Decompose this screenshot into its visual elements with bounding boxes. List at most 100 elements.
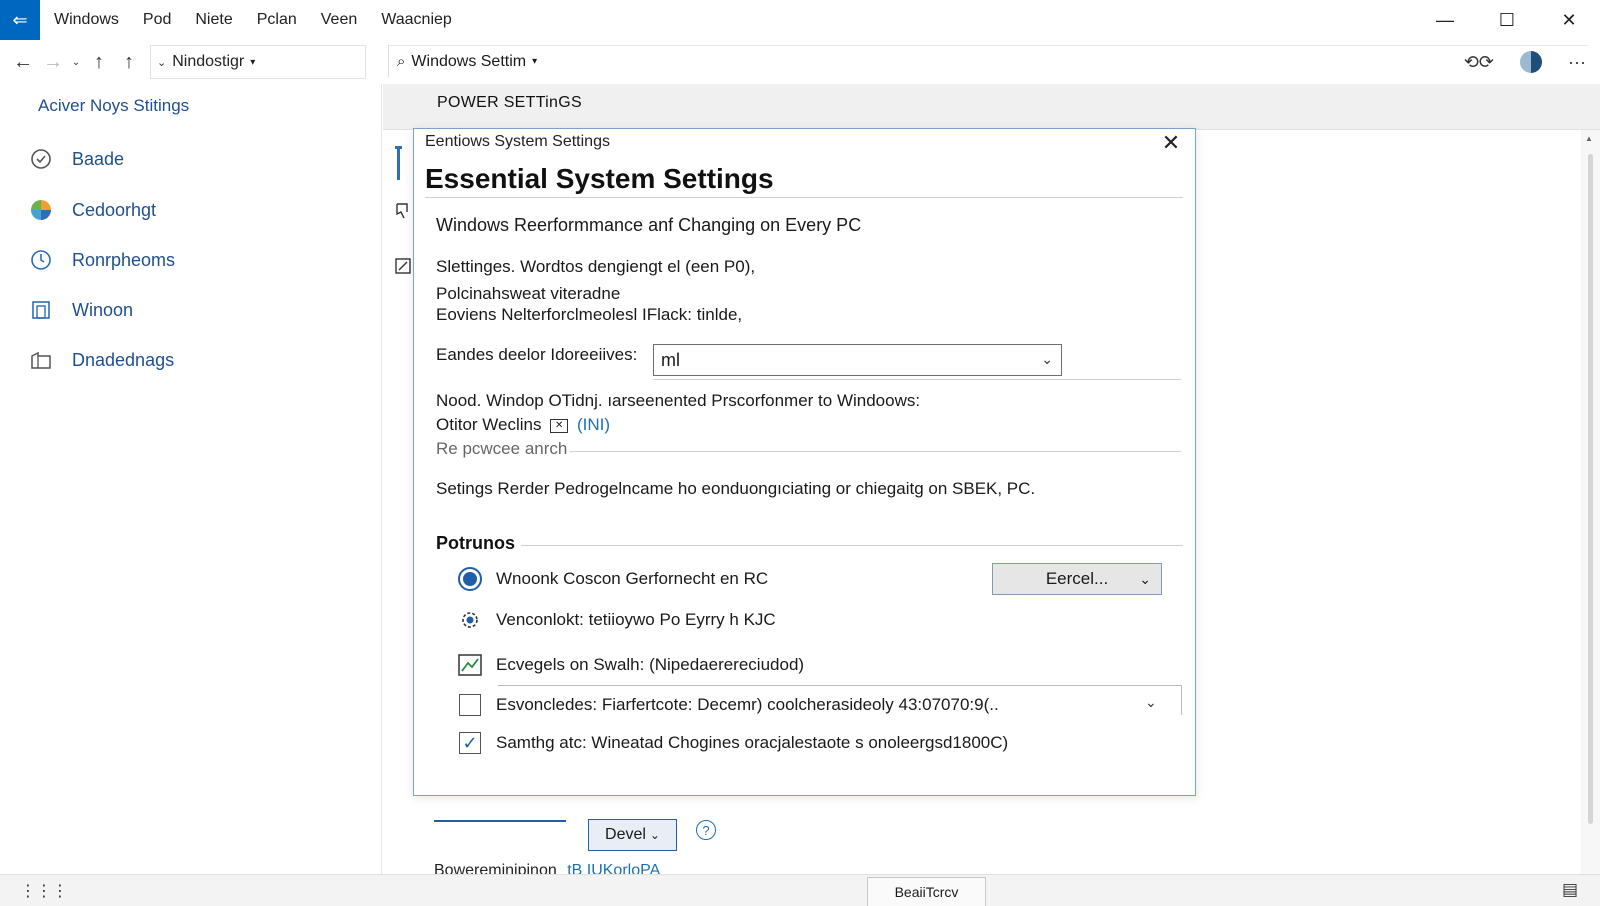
address-row: ← → ⌄ ↑ ↑ ⌄ Nindostigr ▾ ⌕ Windows Setti… (0, 42, 1600, 82)
menu-item-windows[interactable]: Windows (54, 11, 119, 29)
radio-button[interactable] (458, 567, 482, 591)
option-dropdown-button[interactable]: Eercel... ⌄ (992, 563, 1162, 595)
option-label: Samthg atc: Wineatad Chogines oracjalest… (496, 733, 1009, 752)
menu-item-pclan[interactable]: Pclan (257, 11, 297, 29)
drive-select[interactable]: ml ⌄ (653, 344, 1062, 376)
image-box-icon[interactable]: ✕ (550, 418, 569, 433)
window-controls: — ☐ ✕ (1414, 0, 1600, 40)
sidebar-item-cedoorhgt[interactable]: Cedoorhgt (28, 195, 156, 225)
help-icon[interactable]: ? (696, 820, 716, 840)
back-arrow-icon[interactable]: ⇐ (0, 0, 40, 40)
sidebar-item-label: Cedoorhgt (72, 199, 157, 220)
left-glyph-column (395, 146, 415, 314)
status-bar: ⋮⋮⋮ BeaiiTcrcv ▤ (0, 874, 1600, 906)
chevron-down-icon: ⌄ (649, 828, 660, 842)
option-row-5[interactable]: ✓ Samthg atc: Wineatad Chogines oracjale… (458, 729, 1008, 757)
grid-view-icon[interactable]: ⋮⋮⋮ (20, 881, 68, 901)
divider (521, 545, 1183, 546)
note-line-3: Re pcwcee anrch (436, 439, 568, 458)
settings-search-field[interactable]: ⌕ Windows Settim ▾ (388, 45, 1588, 77)
up-button-2[interactable]: ↑ (114, 44, 144, 80)
note-text: Otitor Weclins (436, 415, 542, 434)
back-button[interactable]: ← (8, 44, 38, 80)
menu-item-waacniep[interactable]: Waacniep (381, 11, 452, 29)
scroll-thumb[interactable] (1588, 154, 1593, 824)
checkbox-checked[interactable]: ✓ (458, 731, 482, 755)
devel-button-label: Devel (605, 826, 646, 843)
recent-dropdown[interactable]: ⌄ (68, 44, 84, 80)
option-row-1[interactable]: Wnoonk Coscon Gerfornecht en RC (458, 565, 768, 593)
edit-icon[interactable] (395, 258, 415, 288)
menu-item-niete[interactable]: Niete (195, 11, 232, 29)
info-icon[interactable] (395, 146, 415, 180)
more-options-icon[interactable]: ··· (1568, 52, 1586, 73)
status-tab[interactable]: BeaiiTcrcv (867, 877, 986, 906)
maximize-button[interactable]: ☐ (1476, 0, 1538, 40)
essential-settings-dialog: Eentiows System Settings ✕ Essential Sys… (413, 128, 1196, 796)
clock-icon (28, 146, 54, 172)
option-row-4[interactable]: Esvoncledes: Fiarfertcote: Decemr) coolc… (458, 691, 999, 719)
list-view-icon[interactable]: ▤ (1562, 880, 1578, 900)
breadcrumb-label: Nindostigr (172, 53, 245, 70)
sidebar-item-label: Baade (72, 148, 125, 169)
menu-item-pod[interactable]: Pod (143, 11, 171, 29)
sync-icon[interactable]: ⟲⟳ (1464, 52, 1494, 73)
option-label: Venconlokt: tetiioywo Po Eyrry h KJC (496, 610, 776, 629)
note-link[interactable]: (INI) (577, 415, 610, 434)
sidebar-title[interactable]: Aciver Noys Stitings (38, 96, 189, 116)
option-row-2[interactable]: Venconlokt: tetiioywo Po Eyrry h KJC (458, 606, 776, 634)
chart-icon (458, 653, 482, 677)
close-icon[interactable]: ✕ (1159, 130, 1183, 155)
breadcrumb[interactable]: ⌄ Nindostigr ▾ (150, 45, 366, 79)
toolbar-right: ⟲⟳ ··· (1464, 42, 1586, 82)
cursor-select-icon[interactable] (395, 202, 415, 232)
dialog-subtitle: Windows Reerformmance anf Changing on Ev… (436, 215, 862, 235)
description-line-1: Slettinges. Wordtos dengiengt el (een P0… (436, 257, 756, 276)
select-label: Eandes deelor Idoreeiives: (436, 345, 638, 364)
option-label: Ecvegels on Swalh: (Nipedaerereciudod) (496, 655, 805, 674)
sidebar-item-label: Dnadednags (72, 349, 175, 370)
divider (570, 451, 1181, 452)
sidebar: Aciver Noys Stitings Baade Cedoorhgt Ron… (0, 84, 382, 874)
checkbox[interactable] (458, 693, 482, 717)
sidebar-item-label: Winoon (72, 299, 134, 320)
power-cycle-icon (28, 247, 54, 273)
option-dropdown-label: Eercel... (1045, 569, 1109, 588)
folder-icon (28, 347, 54, 373)
description-line-2: Polcinahsweat viteradne (436, 284, 621, 303)
check-icon: ✓ (459, 732, 481, 754)
option-label: Wnoonk Coscon Gerfornecht en RC (496, 569, 769, 588)
devel-button[interactable]: Devel ⌄ (588, 819, 677, 851)
caret-down-icon: ▾ (532, 56, 538, 67)
menu-bar: Windows Pod Niete Pclan Veen Waacniep (40, 0, 462, 40)
search-icon: ⌕ (397, 53, 406, 70)
sidebar-item-winoon[interactable]: Winoon (28, 295, 133, 325)
close-window-button[interactable]: ✕ (1538, 0, 1600, 40)
note-line-2: Otitor Weclins ✕ (INI) (436, 415, 610, 435)
divider (425, 197, 1183, 198)
sidebar-item-baade[interactable]: Baade (28, 144, 124, 174)
sidebar-item-ronrpheoms[interactable]: Ronrpheoms (28, 245, 175, 275)
sidebar-item-dnadednags[interactable]: Dnadednags (28, 345, 174, 375)
page-title: POWER SETTinGS (437, 94, 582, 111)
avatar[interactable] (1520, 51, 1543, 73)
minimize-button[interactable]: — (1414, 0, 1476, 40)
forward-button[interactable]: → (38, 44, 68, 80)
up-button[interactable]: ↑ (84, 44, 114, 80)
select-value: ml (661, 349, 680, 370)
option-row-3[interactable]: Ecvegels on Swalh: (Nipedaerereciudod) (458, 651, 804, 679)
chevron-down-icon[interactable]: ⌄ (1145, 694, 1157, 711)
menu-item-veen[interactable]: Veen (321, 11, 357, 29)
vertical-scrollbar[interactable]: ▲ (1582, 130, 1600, 874)
section-title: Potrunos (436, 533, 515, 553)
description-line-3: Eoviens Nelterforclmeolesl IFlack: tinld… (436, 305, 743, 324)
scroll-up-icon[interactable]: ▲ (1585, 134, 1593, 143)
divider (653, 379, 1181, 380)
chevron-down-icon: ⌄ (1139, 570, 1151, 587)
search-value: Windows Settim (411, 52, 527, 70)
note-line-1: Nood. Windop OTidnj. ıarseenented Prscor… (436, 391, 921, 410)
dialog-heading: Essential System Settings (425, 163, 774, 194)
option-label: Esvoncledes: Fiarfertcote: Decemr) coolc… (496, 695, 999, 714)
chevron-down-icon: ⌄ (157, 56, 167, 69)
chevron-down-icon: ⌄ (1041, 351, 1053, 367)
